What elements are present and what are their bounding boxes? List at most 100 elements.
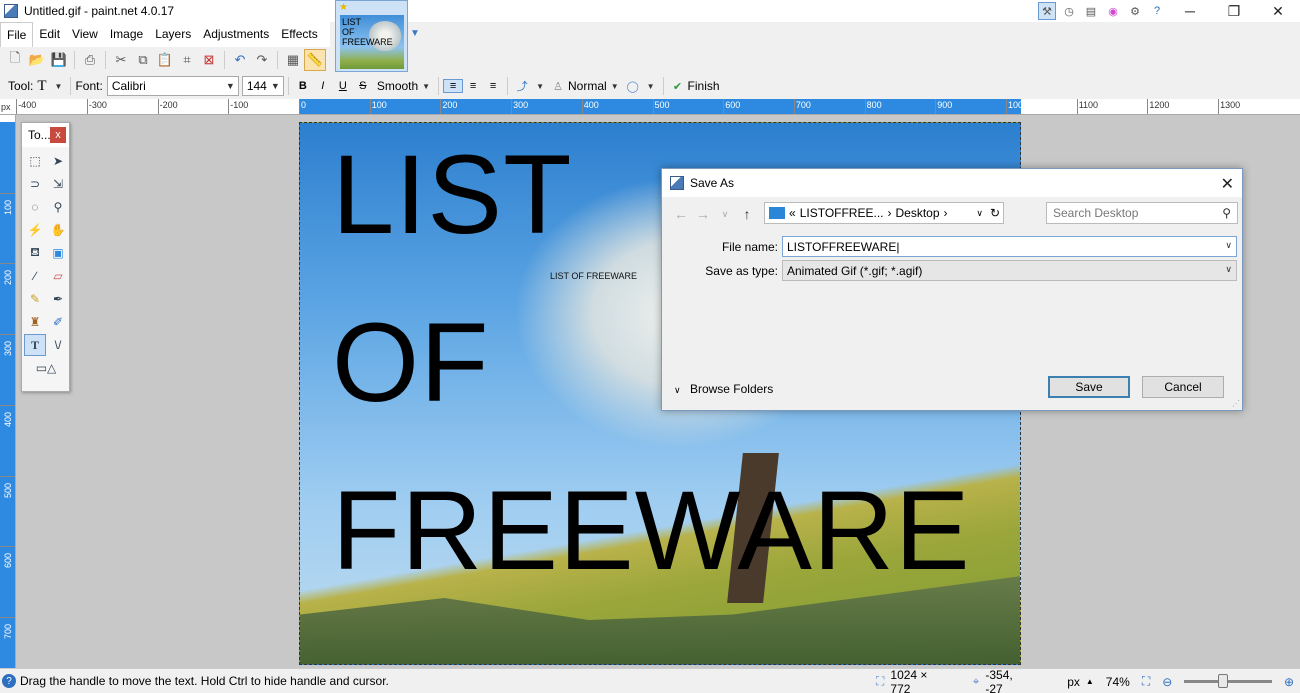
filename-dropdown-icon[interactable]: ∨ bbox=[1225, 240, 1232, 251]
open-icon[interactable]: 📂 bbox=[26, 49, 48, 71]
up-arrow-icon[interactable]: ↑ bbox=[736, 206, 758, 222]
filetype-select[interactable]: Animated Gif (*.gif; *.agif) ∨ bbox=[782, 260, 1237, 281]
menu-view[interactable]: View bbox=[66, 22, 104, 47]
menu-effects[interactable]: Effects bbox=[275, 22, 323, 47]
menu-image[interactable]: Image bbox=[104, 22, 149, 47]
zoom-to-window-icon[interactable]: ⛶ bbox=[1142, 674, 1150, 689]
menu-edit[interactable]: Edit bbox=[33, 22, 66, 47]
zoom-slider-knob[interactable] bbox=[1218, 674, 1229, 688]
close-button[interactable]: ✕ bbox=[1256, 0, 1300, 22]
recolor-icon[interactable]: ✐ bbox=[47, 311, 69, 333]
fill-mode-icon[interactable]: ⤴ bbox=[512, 78, 532, 94]
bold-button[interactable]: B bbox=[293, 80, 313, 92]
zoom-in-icon[interactable]: ⊕ bbox=[1284, 675, 1294, 689]
font-size-select[interactable]: 144 ▼ bbox=[241, 76, 284, 96]
restore-button[interactable]: ❐ bbox=[1212, 0, 1256, 22]
rulers-icon[interactable]: 📏 bbox=[304, 49, 326, 71]
rectangle-select-icon[interactable]: ⬚ bbox=[24, 150, 46, 172]
align-left-button[interactable]: ≡ bbox=[443, 79, 464, 93]
breadcrumb-desktop[interactable]: Desktop bbox=[895, 206, 939, 220]
undo-icon[interactable]: ↶ bbox=[229, 49, 251, 71]
blend-mode-select[interactable]: Normal bbox=[568, 79, 607, 93]
align-center-button[interactable]: ≡ bbox=[463, 80, 483, 92]
minimize-button[interactable]: ─ bbox=[1168, 0, 1212, 22]
lasso-select-icon[interactable]: ⊃ bbox=[24, 173, 46, 195]
shapes-icon[interactable]: ▭△ bbox=[24, 357, 68, 379]
color-picker-icon[interactable]: ✒ bbox=[47, 288, 69, 310]
print-icon[interactable]: ⎙ bbox=[79, 49, 101, 71]
finish-check-icon[interactable]: ✔ bbox=[668, 80, 688, 93]
zoom-value[interactable]: 74% bbox=[1106, 675, 1130, 689]
breadcrumb-listoffreeware[interactable]: LISTOFFREE... bbox=[800, 206, 884, 220]
paste-icon[interactable]: 📋 bbox=[154, 49, 176, 71]
unit-select[interactable]: px bbox=[1067, 675, 1080, 689]
help-icon[interactable]: ? bbox=[1148, 2, 1166, 20]
history-toggle-icon[interactable]: ◷ bbox=[1060, 2, 1078, 20]
image-tab[interactable]: ★ LIST OF FREEWARE bbox=[335, 0, 408, 72]
text-icon[interactable]: T bbox=[24, 334, 46, 356]
dialog-close-icon[interactable]: ✕ bbox=[1221, 174, 1234, 194]
back-arrow-icon[interactable]: ← bbox=[670, 206, 692, 222]
new-image-icon[interactable]: 🗋 bbox=[4, 49, 26, 71]
crop-icon[interactable]: ⌗ bbox=[176, 49, 198, 71]
colors-toggle-icon[interactable]: ◉ bbox=[1104, 2, 1122, 20]
finish-button[interactable]: Finish bbox=[688, 79, 720, 93]
layers-toggle-icon[interactable]: ▤ bbox=[1082, 2, 1100, 20]
italic-button[interactable]: I bbox=[313, 80, 333, 92]
forward-arrow-icon[interactable]: → bbox=[692, 206, 714, 222]
pencil-icon[interactable]: ✎ bbox=[24, 288, 46, 310]
layer-blend-dropdown-icon[interactable]: ▼ bbox=[647, 82, 655, 91]
paintbrush-icon[interactable]: ∕ bbox=[24, 265, 46, 287]
menu-layers[interactable]: Layers bbox=[149, 22, 197, 47]
vertical-ruler[interactable]: 100 200 300 400 500 600 700 bbox=[0, 115, 16, 668]
ellipse-select-icon[interactable]: ◌ bbox=[24, 196, 46, 218]
refresh-icon[interactable]: ↻ bbox=[990, 206, 1000, 220]
move-selected-icon[interactable]: ⇲ bbox=[47, 173, 69, 195]
zoom-icon[interactable]: ⚲ bbox=[47, 196, 69, 218]
current-tool-icon[interactable]: T bbox=[37, 78, 46, 95]
zoom-slider[interactable] bbox=[1184, 674, 1272, 688]
tab-list-chevron-icon[interactable]: ▼ bbox=[410, 28, 420, 39]
resize-grip-icon[interactable]: ⋰ bbox=[1232, 399, 1240, 408]
tools-toggle-icon[interactable]: ⚒ bbox=[1038, 2, 1056, 20]
fill-mode-dropdown-icon[interactable]: ▼ bbox=[536, 82, 544, 91]
underline-button[interactable]: U bbox=[333, 80, 353, 92]
clone-stamp-icon[interactable]: ♜ bbox=[24, 311, 46, 333]
cut-icon[interactable]: ✂ bbox=[110, 49, 132, 71]
recent-dropdown-icon[interactable]: ∨ bbox=[714, 209, 736, 220]
save-button[interactable]: Save bbox=[1048, 376, 1130, 398]
address-bar[interactable]: « LISTOFFREE... › Desktop › ∨ ↻ bbox=[764, 202, 1004, 224]
align-right-button[interactable]: ≡ bbox=[483, 80, 503, 92]
strikethrough-button[interactable]: S bbox=[353, 80, 373, 92]
breadcrumb-prefix[interactable]: « bbox=[789, 206, 796, 220]
layer-blend-icon[interactable]: ◯ bbox=[623, 80, 643, 93]
eraser-icon[interactable]: ▱ bbox=[47, 265, 69, 287]
browse-folders-toggle[interactable]: ∨ Browse Folders bbox=[674, 382, 773, 396]
line-curve-icon[interactable]: \/ bbox=[47, 334, 69, 356]
font-family-select[interactable]: Calibri ▼ bbox=[106, 76, 239, 96]
zoom-out-icon[interactable]: ⊖ bbox=[1162, 675, 1172, 689]
search-input[interactable]: Search Desktop ⚲ bbox=[1046, 202, 1238, 224]
tool-dropdown-icon[interactable]: ▼ bbox=[55, 82, 63, 91]
filename-input[interactable]: LISTOFFREEWARE| ∨ bbox=[782, 236, 1237, 257]
redo-icon[interactable]: ↷ bbox=[251, 49, 273, 71]
blend-mode-dropdown-icon[interactable]: ▼ bbox=[611, 82, 619, 91]
settings-gear-icon[interactable]: ⚙ bbox=[1126, 2, 1144, 20]
cancel-button[interactable]: Cancel bbox=[1142, 376, 1224, 398]
paint-bucket-icon[interactable]: ⛾ bbox=[24, 242, 46, 264]
menu-adjustments[interactable]: Adjustments bbox=[197, 22, 275, 47]
pan-icon[interactable]: ✋ bbox=[47, 219, 69, 241]
gradient-icon[interactable]: ▣ bbox=[47, 242, 69, 264]
save-icon[interactable]: 💾 bbox=[48, 49, 70, 71]
antialias-dropdown-icon[interactable]: ▼ bbox=[422, 82, 430, 91]
menu-file[interactable]: File bbox=[0, 22, 34, 47]
copy-icon[interactable]: ⧉ bbox=[132, 49, 154, 71]
grid-icon[interactable]: ▦ bbox=[282, 49, 304, 71]
unit-dropdown-icon[interactable]: ▲ bbox=[1086, 677, 1094, 686]
deselect-icon[interactable]: ⊠ bbox=[198, 49, 220, 71]
magic-wand-icon[interactable]: ⚡ bbox=[24, 219, 46, 241]
address-dropdown-icon[interactable]: ∨ bbox=[976, 208, 983, 219]
horizontal-ruler[interactable]: -400 -300 -200 -100 0 100 200 300 400 500 600 700 80… bbox=[16, 99, 1300, 115]
dialog-title-bar[interactable]: Save As bbox=[662, 169, 1242, 197]
antialias-select[interactable]: Smooth bbox=[377, 79, 418, 93]
